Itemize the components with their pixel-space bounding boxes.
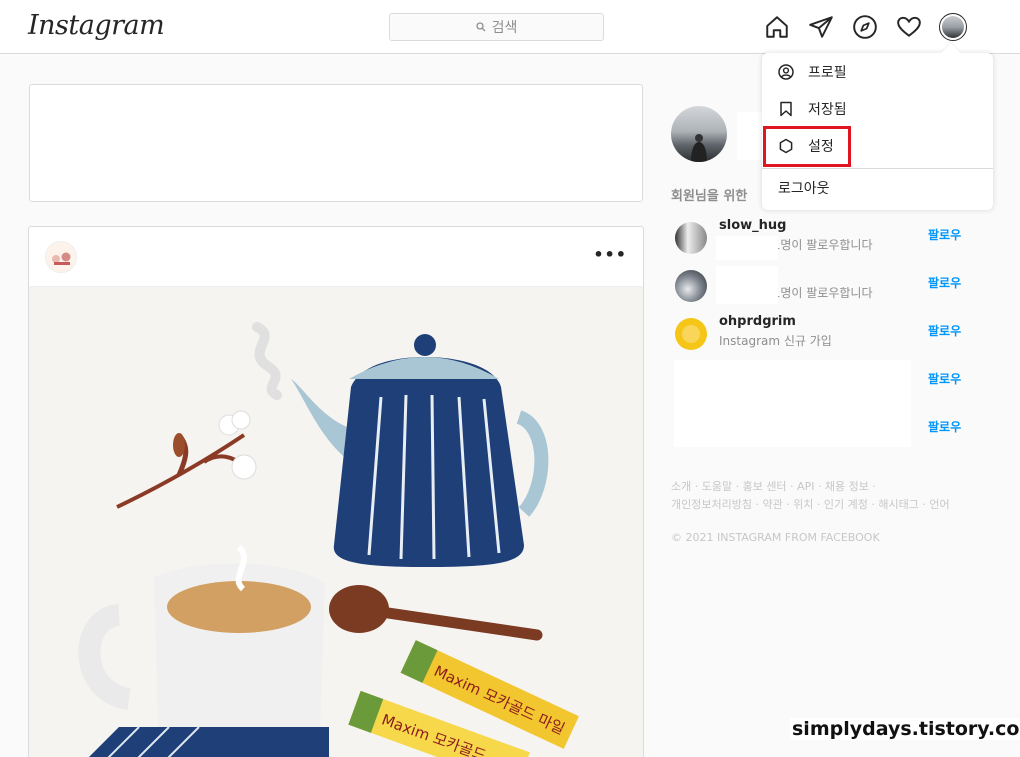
settings-highlight-box [763,126,851,167]
suggestion-username[interactable]: slow_hug [719,218,786,233]
suggestion-item: 팔로우 [675,410,975,450]
more-options-icon[interactable]: ••• [593,245,627,264]
profile-avatar-button[interactable] [939,13,967,41]
menu-item-profile[interactable]: 프로필 [762,53,993,90]
bookmark-icon [780,101,792,116]
menu-item-saved[interactable]: 저장됨 [762,90,993,127]
suggestion-subtitle: Instagram 신규 가입 [719,334,832,348]
search-icon [475,22,486,32]
explore-compass-icon[interactable] [852,14,878,40]
redacted-name [716,236,778,260]
follow-button[interactable]: 팔로우 [928,274,961,291]
avatar[interactable] [675,318,707,350]
profile-icon [778,63,794,80]
instagram-logo[interactable]: Instagram [28,10,165,41]
my-profile-avatar[interactable] [671,106,727,162]
follow-button[interactable]: 팔로우 [928,418,961,435]
avatar[interactable] [675,222,707,254]
watermark-text: simplydays.tistory.com [790,718,1020,740]
menu-item-label: 프로필 [808,64,847,81]
suggestion-item: 팔로우 [675,362,975,402]
activity-heart-icon[interactable] [896,14,922,40]
home-icon[interactable] [764,14,790,40]
footer-links[interactable]: 개인정보처리방침 · 약관 · 위치 · 인기 계정 · 해시태그 · 언어 [671,496,950,512]
logout-label: 로그아웃 [778,180,830,197]
suggestion-item: ohprdgrim Instagram 신규 가입 팔로우 [675,314,975,354]
post-header: ••• [29,227,643,287]
direct-message-icon[interactable] [808,14,834,40]
suggestions-title: 회원님을 위한 [671,189,748,204]
post-author-avatar[interactable] [45,241,77,273]
top-nav-bar: Instagram 검색 [0,0,1020,54]
logout-button[interactable]: 로그아웃 [762,169,993,206]
copyright: © 2021 INSTAGRAM FROM FACEBOOK [671,531,880,544]
follow-button[interactable]: 팔로우 [928,322,961,339]
footer-links[interactable]: 소개 · 도움말 · 홍보 센터 · API · 채용 정보 · [671,478,876,494]
follow-button[interactable]: 팔로우 [928,226,961,243]
suggestion-username[interactable]: ohprdgrim [719,314,796,329]
avatar [942,16,964,38]
search-input[interactable]: 검색 [389,13,604,41]
post-illustration[interactable]: Maxim 모카골드 마일 Maxim 모카골드 [29,287,643,757]
search-placeholder: 검색 [491,20,518,36]
menu-item-label: 저장됨 [808,101,847,118]
feed-post: ••• Maxim 모카골드 마일 Maxim 모카골드 [28,226,644,757]
follow-button[interactable]: 팔로우 [928,370,961,387]
redacted-name [716,266,778,304]
stories-tray [29,84,643,202]
avatar[interactable] [675,270,707,302]
